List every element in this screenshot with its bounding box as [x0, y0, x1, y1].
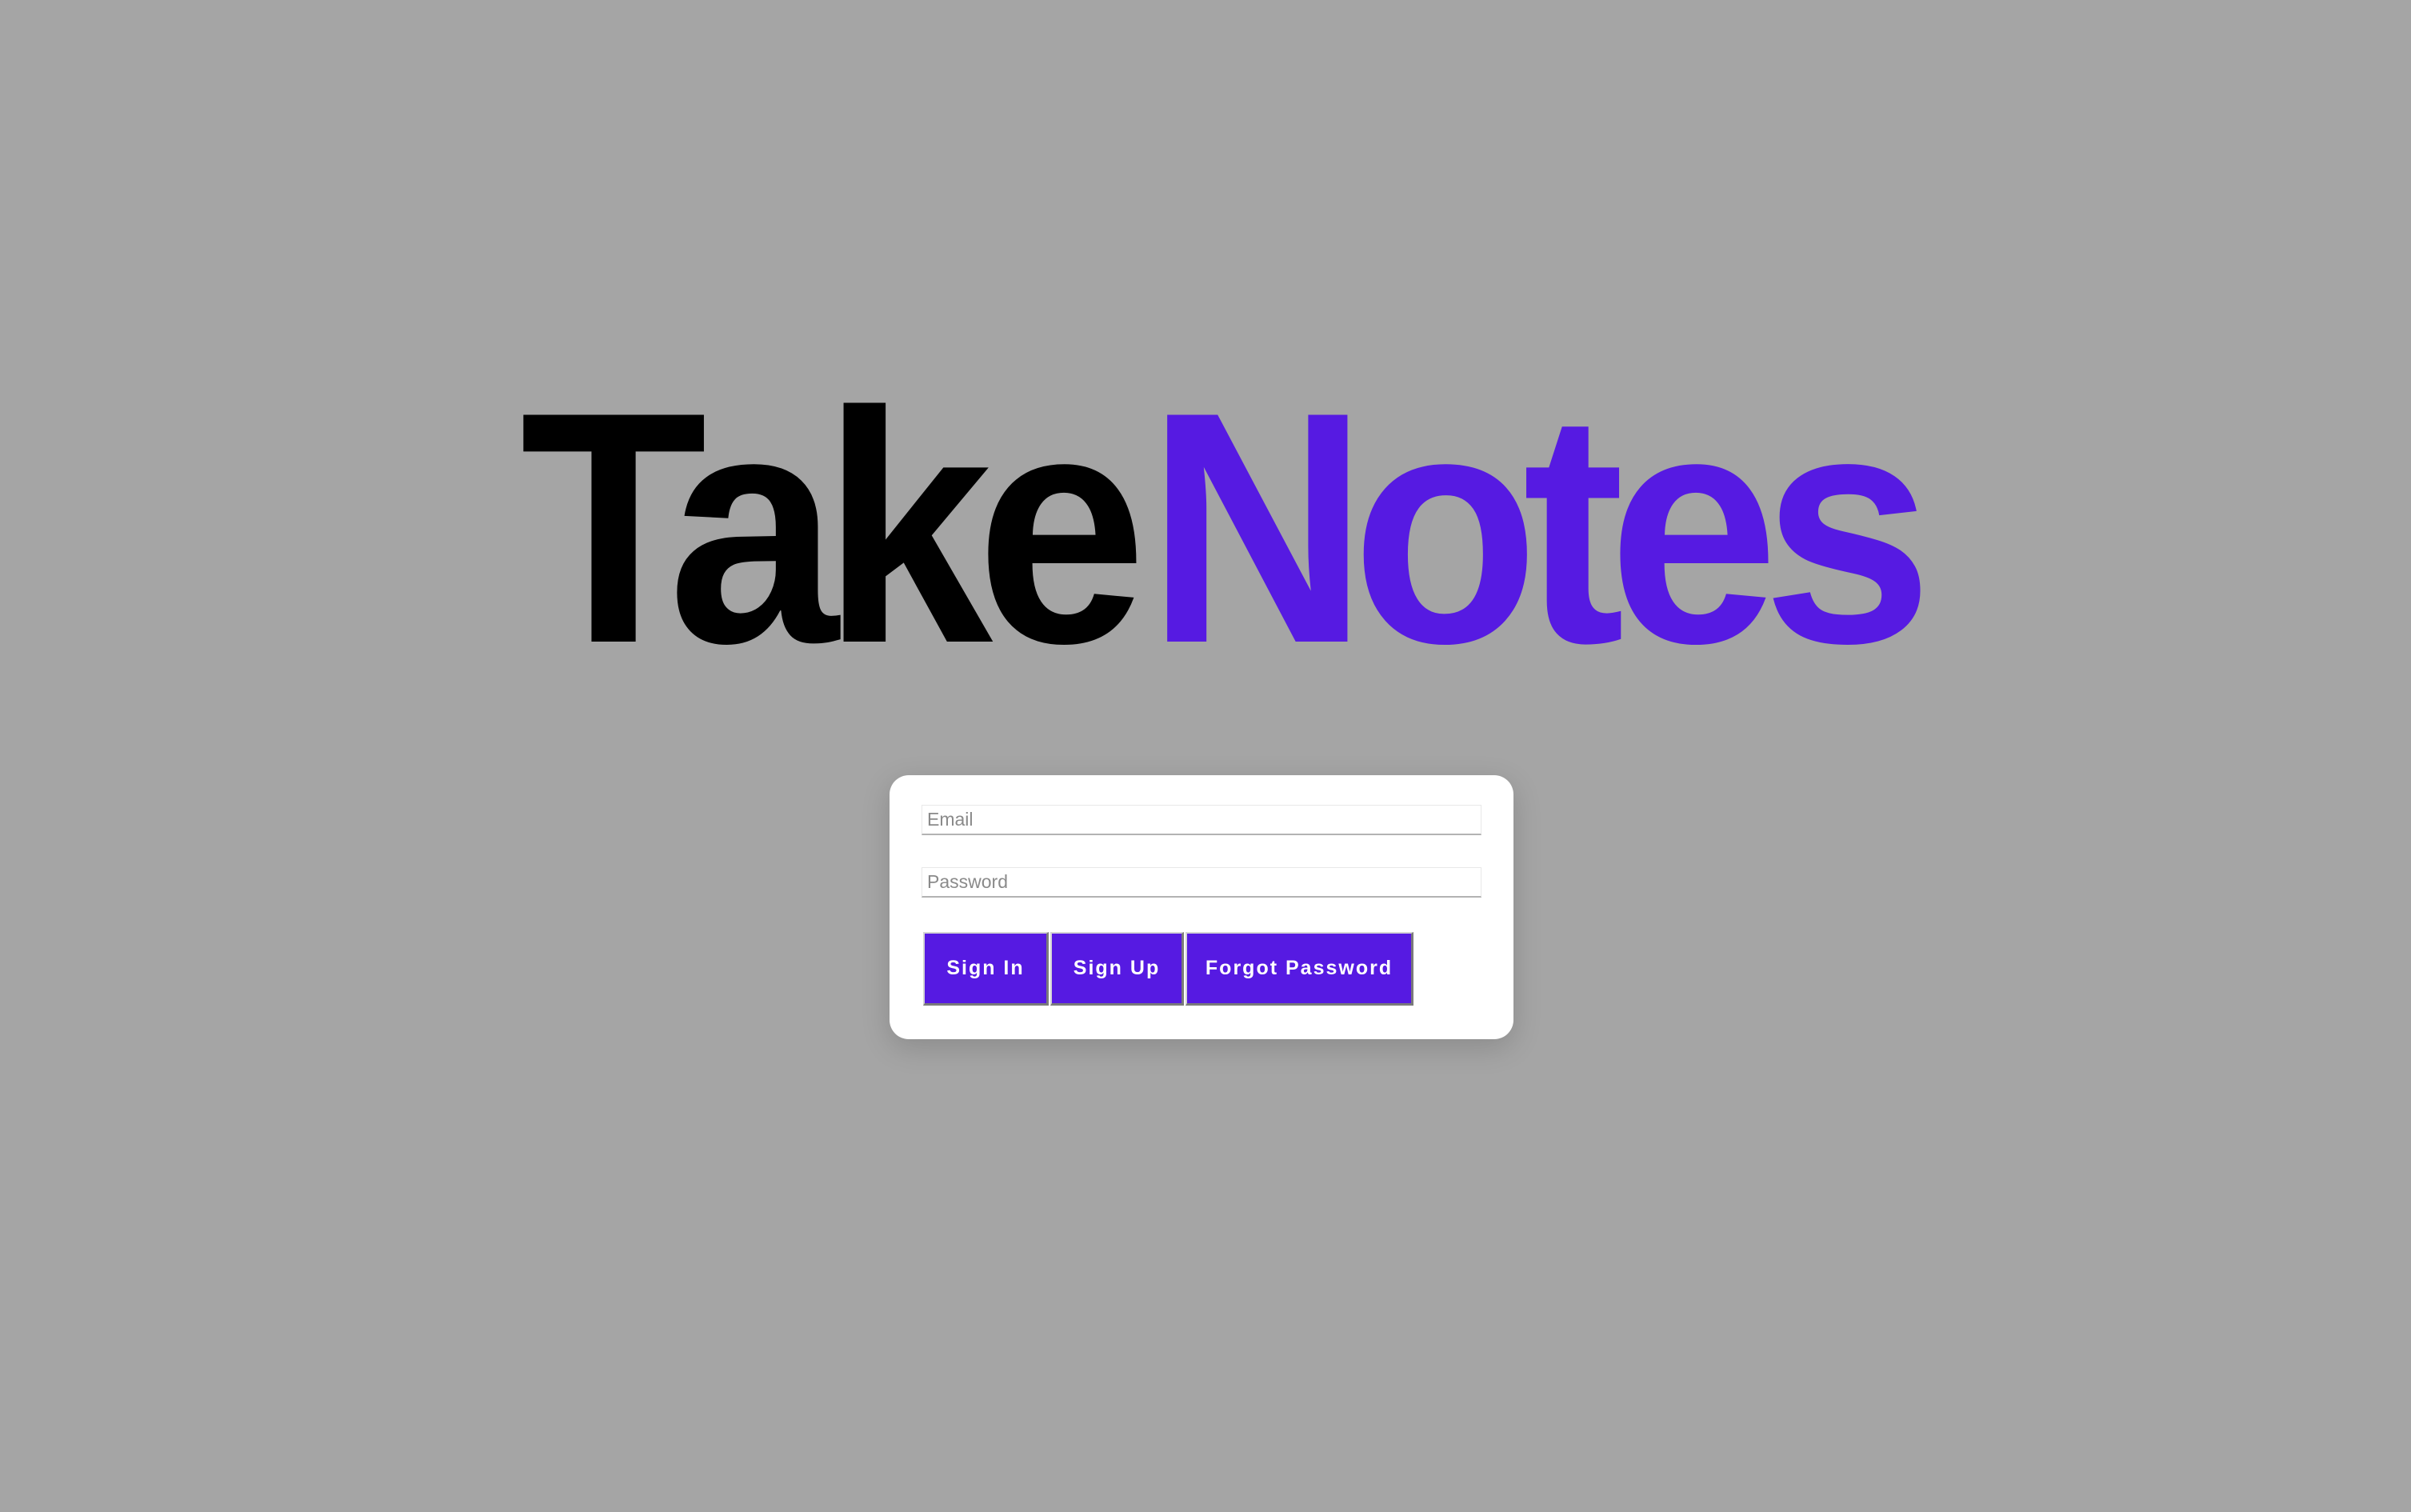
app-logo: TakeNotes — [520, 363, 1933, 693]
logo-take-text: Take — [520, 344, 1147, 712]
password-field[interactable] — [922, 867, 1481, 898]
sign-in-button[interactable]: Sign In — [923, 932, 1049, 1006]
login-card: Sign In Sign Up Forgot Password — [890, 775, 1513, 1039]
logo-notes-text: Notes — [1146, 344, 1933, 712]
sign-up-button[interactable]: Sign Up — [1050, 932, 1184, 1006]
email-field[interactable] — [922, 805, 1481, 835]
forgot-password-button[interactable]: Forgot Password — [1186, 932, 1413, 1006]
